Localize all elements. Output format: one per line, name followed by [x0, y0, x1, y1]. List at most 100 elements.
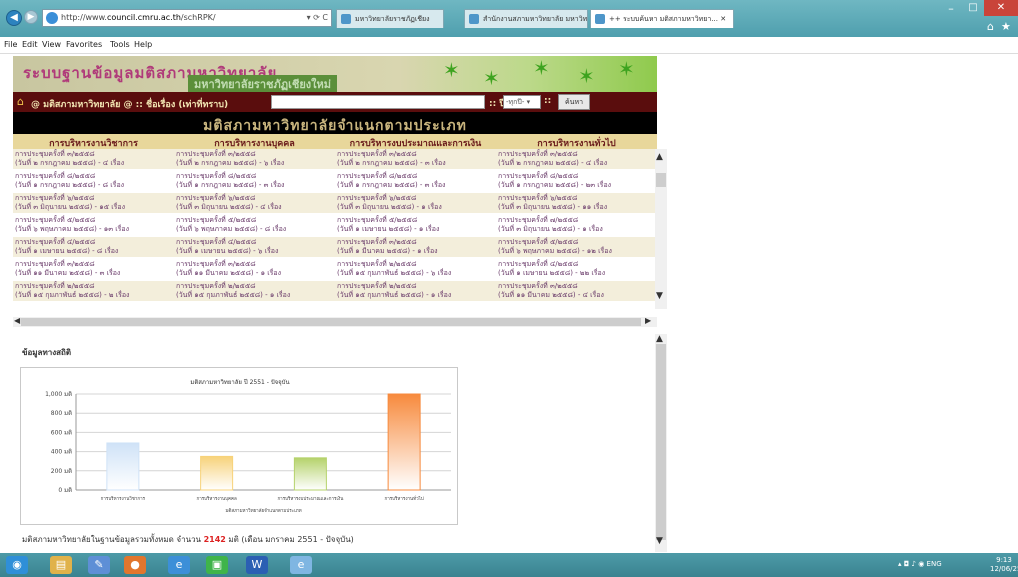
meeting-link[interactable]: การประชุมครั้งที่ ๓/๒๕๕๘ (วันที่ ๒ กรกฎาค…: [13, 149, 174, 170]
meeting-link[interactable]: การประชุมครั้งที่ ๕/๒๕๕๘ (วันที่ ๖ พฤษภาค…: [496, 237, 657, 258]
meeting-link[interactable]: การประชุมครั้งที่ ๕/๒๕๕๘ (วันที่ ๖ พฤษภาค…: [174, 215, 335, 236]
tray-icons[interactable]: ▴ ◘ ♪ ◉: [898, 560, 927, 568]
meeting-date-count[interactable]: (วันที่ ๑ เมษายน ๒๕๕๘) - ๒๒ เรื่อง: [498, 269, 655, 278]
meeting-link[interactable]: การประชุมครั้งที่ ๓/๒๕๕๘ (วันที่ ๒ กรกฎาค…: [496, 149, 657, 170]
meeting-date-count[interactable]: (วันที่ ๓ มิถุนายน ๒๕๕๘) - ๑๕ เรื่อง: [15, 203, 172, 212]
meeting-date-count[interactable]: (วันที่ ๓ มิถุนายน ๒๕๕๘) - ๔ เรื่อง: [176, 203, 333, 212]
meeting-link[interactable]: การประชุมครั้งที่ ๕/๒๕๕๘ (วันที่ ๖ พฤษภาค…: [13, 215, 174, 236]
meeting-link[interactable]: การประชุมครั้งที่ ๒/๒๕๕๘ (วันที่ ๑๕ กุมภา…: [335, 259, 496, 280]
meeting-date-count[interactable]: (วันที่ ๑ กรกฎาคม ๒๕๕๘) - ๒๓ เรื่อง: [498, 181, 655, 190]
meeting-link[interactable]: การประชุมครั้งที่ ๓/๒๕๕๘ (วันที่ ๑ มีนาคม…: [335, 237, 496, 258]
meeting-title[interactable]: การประชุมครั้งที่ ๕/๒๕๕๘: [15, 216, 172, 225]
meeting-date-count[interactable]: (วันที่ ๖ พฤษภาคม ๒๕๕๘) - ๑๒ เรื่อง: [498, 247, 655, 256]
meeting-link[interactable]: การประชุมครั้งที่ ๒/๒๕๕๘ (วันที่ ๑๕ กุมภา…: [13, 281, 174, 302]
meeting-date-count[interactable]: (วันที่ ๒ กรกฎาคม ๒๕๕๘) - ๓ เรื่อง: [337, 159, 494, 168]
meeting-title[interactable]: การประชุมครั้งที่ ๖/๒๕๕๘: [15, 194, 172, 203]
meeting-title[interactable]: การประชุมครั้งที่ ๘/๒๕๕๘: [498, 172, 655, 181]
scroll-down-arrow-icon[interactable]: ▼: [656, 536, 663, 546]
refresh-button[interactable]: ▾ ⟳ C: [307, 13, 328, 22]
clock[interactable]: 9:1312/06/2558: [990, 556, 1018, 574]
url-text[interactable]: http://www.council.cmru.ac.th/schRPK/: [61, 13, 216, 22]
meeting-date-count[interactable]: (วันที่ ๑๕ กุมภาพันธ์ ๒๕๕๘) - ๑ เรื่อง: [176, 291, 333, 300]
meeting-date-count[interactable]: (วันที่ ๑ กรกฎาคม ๒๕๕๘) - ๓ เรื่อง: [337, 181, 494, 190]
meeting-title[interactable]: การประชุมครั้งที่ ๓/๒๕๕๘: [176, 150, 333, 159]
meeting-title[interactable]: การประชุมครั้งที่ ๕/๒๕๕๘: [498, 238, 655, 247]
internet-explorer-icon[interactable]: e: [168, 556, 190, 574]
meeting-title[interactable]: การประชุมครั้งที่ ๒/๒๕๕๘: [337, 282, 494, 291]
meeting-date-count[interactable]: (วันที่ ๑๕ กุมภาพันธ์ ๒๕๕๘) - ๑ เรื่อง: [337, 291, 494, 300]
menu-favorites[interactable]: Favorites: [66, 40, 102, 49]
meeting-date-count[interactable]: (วันที่ ๑ กรกฎาคม ๒๕๕๘) - ๓ เรื่อง: [176, 181, 333, 190]
meeting-date-count[interactable]: (วันที่ ๑ มีนาคม ๒๕๕๘) - ๑ เรื่อง: [337, 247, 494, 256]
meeting-date-count[interactable]: (วันที่ ๒ กรกฎาคม ๒๕๕๘) - ๔ เรื่อง: [498, 159, 655, 168]
forward-button[interactable]: ▶: [24, 10, 38, 24]
meeting-title[interactable]: การประชุมครั้งที่ ๓/๒๕๕๘: [337, 150, 494, 159]
favorites-icon[interactable]: ★: [1001, 20, 1011, 33]
meeting-title[interactable]: การประชุมครั้งที่ ๘/๒๕๕๘: [337, 172, 494, 181]
meeting-title[interactable]: การประชุมครั้งที่ ๕/๒๕๕๘: [176, 216, 333, 225]
search-button[interactable]: ค้นหา: [558, 94, 590, 110]
internet-explorer-active-icon[interactable]: e: [290, 556, 312, 574]
scroll-up-arrow-icon[interactable]: ▲: [656, 334, 663, 344]
meeting-date-count[interactable]: (วันที่ ๓ มิถุนายน ๒๕๕๘) - ๑๑ เรื่อง: [498, 203, 655, 212]
meeting-date-count[interactable]: (วันที่ ๓ มิถุนายน ๒๕๕๘) - ๑ เรื่อง: [498, 225, 655, 234]
meeting-title[interactable]: การประชุมครั้งที่ ๖/๒๕๕๘: [337, 194, 494, 203]
meeting-link[interactable]: การประชุมครั้งที่ ๓/๒๕๕๘ (วันที่ ๑๑ มีนาค…: [174, 259, 335, 280]
meeting-title[interactable]: การประชุมครั้งที่ ๘/๒๕๕๘: [15, 172, 172, 181]
meeting-date-count[interactable]: (วันที่ ๖ พฤษภาคม ๒๕๕๘) - ๘ เรื่อง: [176, 225, 333, 234]
meeting-link[interactable]: การประชุมครั้งที่ ๖/๒๕๕๘ (วันที่ ๓ มิถุนา…: [496, 193, 657, 214]
grid-horizontal-scrollbar[interactable]: [13, 317, 657, 327]
meeting-date-count[interactable]: (วันที่ ๑๕ กุมภาพันธ์ ๒๕๕๘) - ๖ เรื่อง: [337, 269, 494, 278]
tab-1[interactable]: มหาวิทยาลัยราชภัฏเชียง: [336, 9, 444, 28]
minimize-button[interactable]: –: [940, 2, 962, 16]
close-button[interactable]: ✕: [984, 0, 1018, 16]
home-icon[interactable]: ⌂: [987, 20, 994, 33]
meeting-date-count[interactable]: (วันที่ ๑๕ กุมภาพันธ์ ๒๕๕๘) - ๒ เรื่อง: [15, 291, 172, 300]
grid-vertical-scrollbar[interactable]: [655, 149, 667, 309]
search-input[interactable]: [271, 95, 485, 109]
meeting-date-count[interactable]: (วันที่ ๑๑ มีนาคม ๒๕๕๘) - ๑ เรื่อง: [176, 269, 333, 278]
menu-file[interactable]: File: [4, 40, 17, 49]
meeting-title[interactable]: การประชุมครั้งที่ ๘/๒๕๕๘: [176, 172, 333, 181]
meeting-title[interactable]: การประชุมครั้งที่ ๕/๒๕๕๘: [337, 216, 494, 225]
file-explorer-icon[interactable]: ▤: [50, 556, 72, 574]
year-select[interactable]: -ทุกปี- ▾: [503, 95, 541, 109]
address-bar[interactable]: http://www.council.cmru.ac.th/schRPK/ ▾ …: [42, 9, 332, 27]
back-button[interactable]: ◀: [6, 10, 22, 26]
meeting-title[interactable]: การประชุมครั้งที่ ๒/๒๕๕๘: [15, 282, 172, 291]
meeting-title[interactable]: การประชุมครั้งที่ ๓/๒๕๕๘: [498, 282, 655, 291]
meeting-link[interactable]: การประชุมครั้งที่ ๘/๒๕๕๘ (วันที่ ๑ กรกฎาค…: [174, 171, 335, 192]
system-tray[interactable]: ▴ ◘ ♪ ◉ ENG: [898, 560, 942, 568]
meeting-date-count[interactable]: (วันที่ ๓ มิถุนายน ๒๕๕๘) - ๑ เรื่อง: [337, 203, 494, 212]
paint-icon[interactable]: ✎: [88, 556, 110, 574]
meeting-title[interactable]: การประชุมครั้งที่ ๒/๒๕๕๘: [337, 260, 494, 269]
meeting-link[interactable]: การประชุมครั้งที่ ๔/๒๕๕๘ (วันที่ ๑ เมษายน…: [174, 237, 335, 258]
meeting-date-count[interactable]: (วันที่ ๑๑ มีนาคม ๒๕๕๘) - ๓ เรื่อง: [15, 269, 172, 278]
meeting-title[interactable]: การประชุมครั้งที่ ๓/๒๕๕๘: [15, 150, 172, 159]
start-orb-icon[interactable]: ◉: [6, 556, 28, 574]
menu-help[interactable]: Help: [134, 40, 152, 49]
firefox-icon[interactable]: ●: [124, 556, 146, 574]
maximize-button[interactable]: □: [962, 2, 984, 16]
scroll-right-arrow-icon[interactable]: ▶: [645, 316, 651, 325]
meeting-title[interactable]: การประชุมครั้งที่ ๖/๒๕๕๘: [176, 194, 333, 203]
meeting-link[interactable]: การประชุมครั้งที่ ๓/๒๕๕๘ (วันที่ ๒ กรกฎาค…: [335, 149, 496, 170]
meeting-link[interactable]: การประชุมครั้งที่ ๔/๒๕๕๘ (วันที่ ๑ เมษายน…: [13, 237, 174, 258]
meeting-title[interactable]: การประชุมครั้งที่ ๖/๒๕๕๘: [498, 194, 655, 203]
meeting-link[interactable]: การประชุมครั้งที่ ๕/๒๕๕๘ (วันที่ ๑ เมษายน…: [335, 215, 496, 236]
meeting-date-count[interactable]: (วันที่ ๑ เมษายน ๒๕๕๘) - ๘ เรื่อง: [15, 247, 172, 256]
menu-edit[interactable]: Edit: [22, 40, 38, 49]
tab-2[interactable]: สำนักงานสภามหาวิทยาลัย มหาวิทยา...: [464, 9, 588, 28]
scroll-thumb[interactable]: [656, 344, 666, 540]
meeting-date-count[interactable]: (วันที่ ๒ กรกฎาคม ๒๕๕๘) - ๖ เรื่อง: [176, 159, 333, 168]
meeting-link[interactable]: การประชุมครั้งที่ ๖/๒๕๕๘ (วันที่ ๓ มิถุนา…: [174, 193, 335, 214]
home-icon[interactable]: ⌂: [17, 95, 24, 108]
scroll-down-arrow-icon[interactable]: ▼: [656, 291, 663, 301]
meeting-link[interactable]: การประชุมครั้งที่ ๘/๒๕๕๘ (วันที่ ๑ กรกฎาค…: [335, 171, 496, 192]
meeting-link[interactable]: การประชุมครั้งที่ ๘/๒๕๕๘ (วันที่ ๑ กรกฎาค…: [13, 171, 174, 192]
meeting-title[interactable]: การประชุมครั้งที่ ๗/๒๕๕๘: [498, 216, 655, 225]
meeting-link[interactable]: การประชุมครั้งที่ ๒/๒๕๕๘ (วันที่ ๑๕ กุมภา…: [174, 281, 335, 302]
meeting-date-count[interactable]: (วันที่ ๖ พฤษภาคม ๒๕๕๘) - ๑๓ เรื่อง: [15, 225, 172, 234]
scroll-up-arrow-icon[interactable]: ▲: [656, 152, 663, 162]
meeting-title[interactable]: การประชุมครั้งที่ ๔/๒๕๕๘: [176, 238, 333, 247]
